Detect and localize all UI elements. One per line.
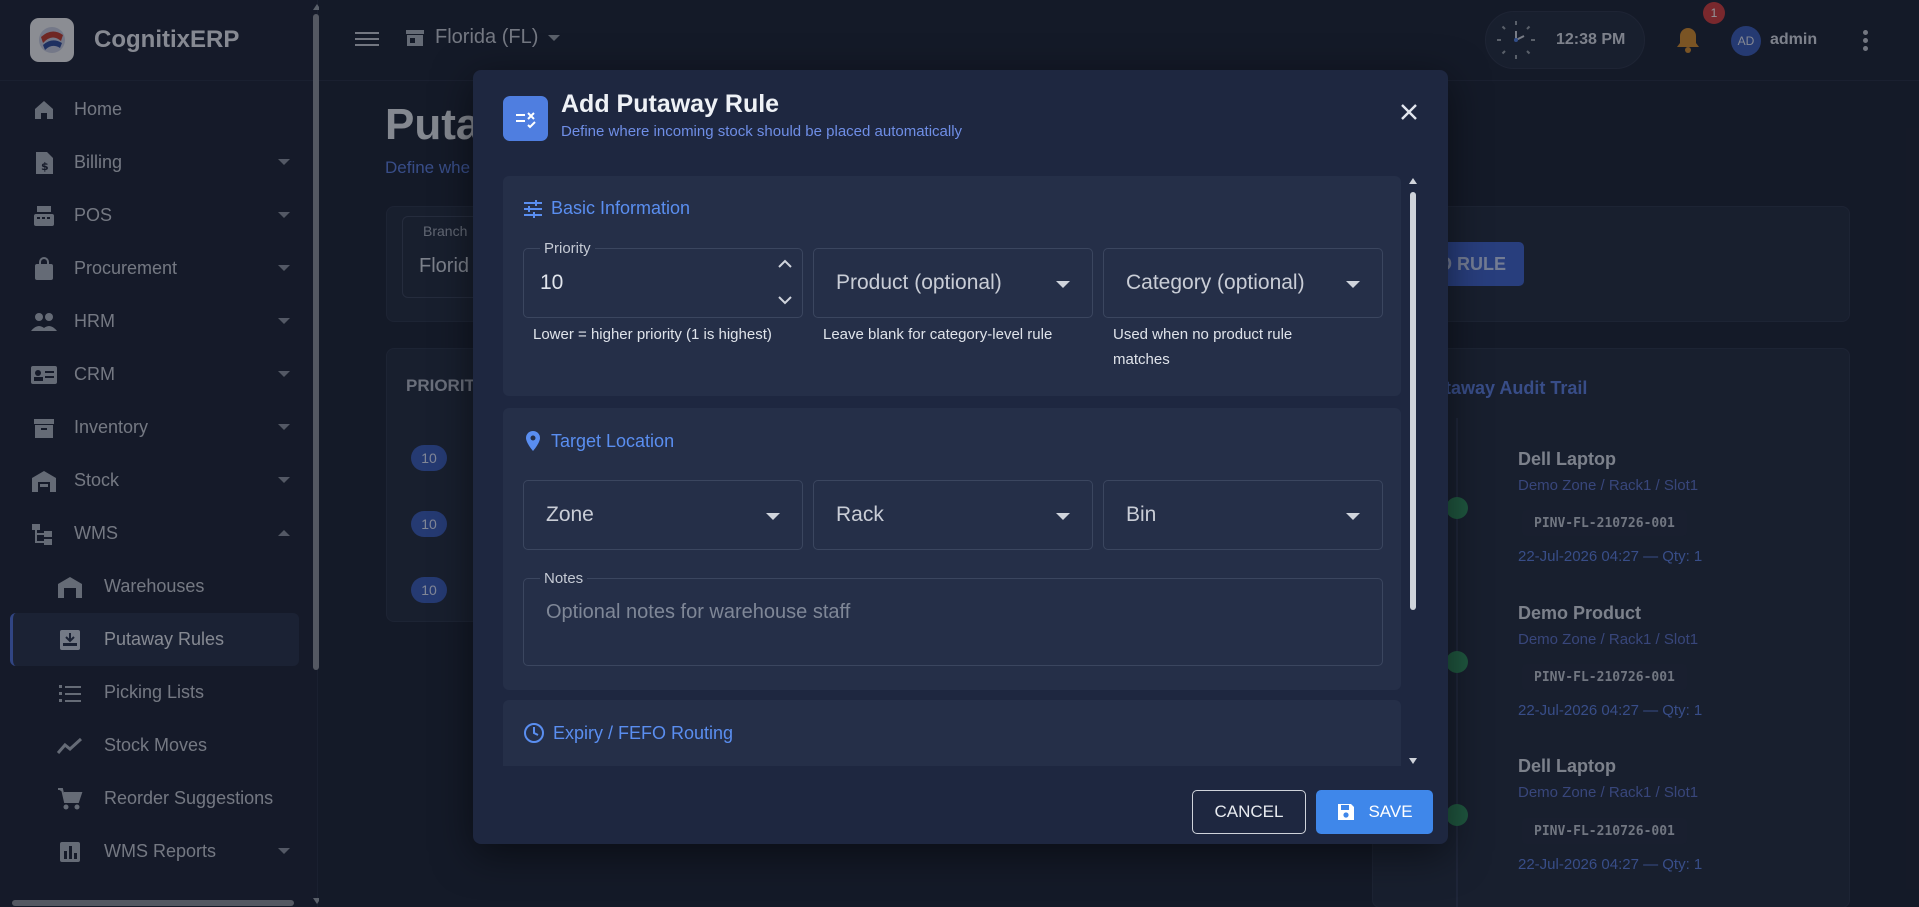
section-title: Target Location: [551, 430, 675, 451]
priority-helper-text: Lower = higher priority (1 is highest): [533, 326, 772, 343]
section-header: Target Location: [523, 430, 674, 452]
basic-information-section: Basic Information Priority 10 Lower = hi…: [503, 176, 1401, 396]
save-button[interactable]: SAVE: [1316, 790, 1433, 834]
zone-select[interactable]: Zone: [523, 480, 803, 550]
bin-placeholder: Bin: [1126, 503, 1157, 526]
add-putaway-rule-dialog: Add Putaway Rule Define where incoming s…: [473, 70, 1448, 844]
category-select[interactable]: Category (optional): [1103, 248, 1383, 318]
close-icon[interactable]: [1395, 98, 1423, 126]
section-title: Expiry / FEFO Routing: [553, 722, 734, 743]
category-helper-text: Used when no product rule matches: [1113, 326, 1293, 368]
product-placeholder: Product (optional): [836, 271, 1002, 294]
location-pin-icon: [526, 431, 540, 451]
product-select[interactable]: Product (optional): [813, 248, 1093, 318]
rack-placeholder: Rack: [836, 503, 884, 526]
scroll-up-icon[interactable]: [1409, 178, 1417, 184]
scroll-down-icon[interactable]: [1409, 758, 1417, 764]
dialog-body: Basic Information Priority 10 Lower = hi…: [503, 176, 1403, 766]
section-header: Expiry / FEFO Routing: [523, 722, 733, 744]
section-header: Basic Information: [523, 198, 690, 219]
scrollbar-thumb[interactable]: [1410, 192, 1416, 610]
rule-icon: [503, 96, 548, 141]
increment-icon[interactable]: [776, 255, 794, 273]
notes-placeholder: Optional notes for warehouse staff: [546, 601, 851, 623]
bin-select[interactable]: Bin: [1103, 480, 1383, 550]
tune-icon: [524, 199, 542, 218]
dialog-title: Add Putaway Rule: [561, 90, 780, 118]
chevron-down-icon: [1056, 513, 1070, 520]
product-helper-text: Leave blank for category-level rule: [823, 326, 1053, 343]
expiry-fefo-section: Expiry / FEFO Routing: [503, 700, 1401, 766]
priority-input[interactable]: Priority 10: [523, 240, 803, 318]
priority-label: Priority: [540, 240, 595, 257]
category-placeholder: Category (optional): [1126, 271, 1305, 294]
floppy-disk-icon: [1338, 804, 1355, 820]
decrement-icon[interactable]: [776, 291, 794, 309]
priority-value: 10: [540, 271, 564, 294]
dialog-scrollbar[interactable]: [1408, 178, 1418, 764]
chevron-down-icon: [766, 513, 780, 520]
notes-textarea[interactable]: Notes Optional notes for warehouse staff: [523, 570, 1383, 666]
clock-icon: [524, 723, 544, 743]
zone-placeholder: Zone: [546, 503, 594, 526]
cancel-button[interactable]: CANCEL: [1192, 790, 1306, 834]
save-button-label: SAVE: [1368, 802, 1413, 821]
chevron-down-icon: [1346, 281, 1360, 288]
section-title: Basic Information: [551, 198, 691, 218]
target-location-section: Target Location Zone Rack Bin Notes Opti…: [503, 408, 1401, 690]
chevron-down-icon: [1346, 513, 1360, 520]
dialog-subtitle: Define where incoming stock should be pl…: [561, 123, 963, 140]
chevron-down-icon: [1056, 281, 1070, 288]
notes-label: Notes: [540, 570, 588, 587]
rack-select[interactable]: Rack: [813, 480, 1093, 550]
